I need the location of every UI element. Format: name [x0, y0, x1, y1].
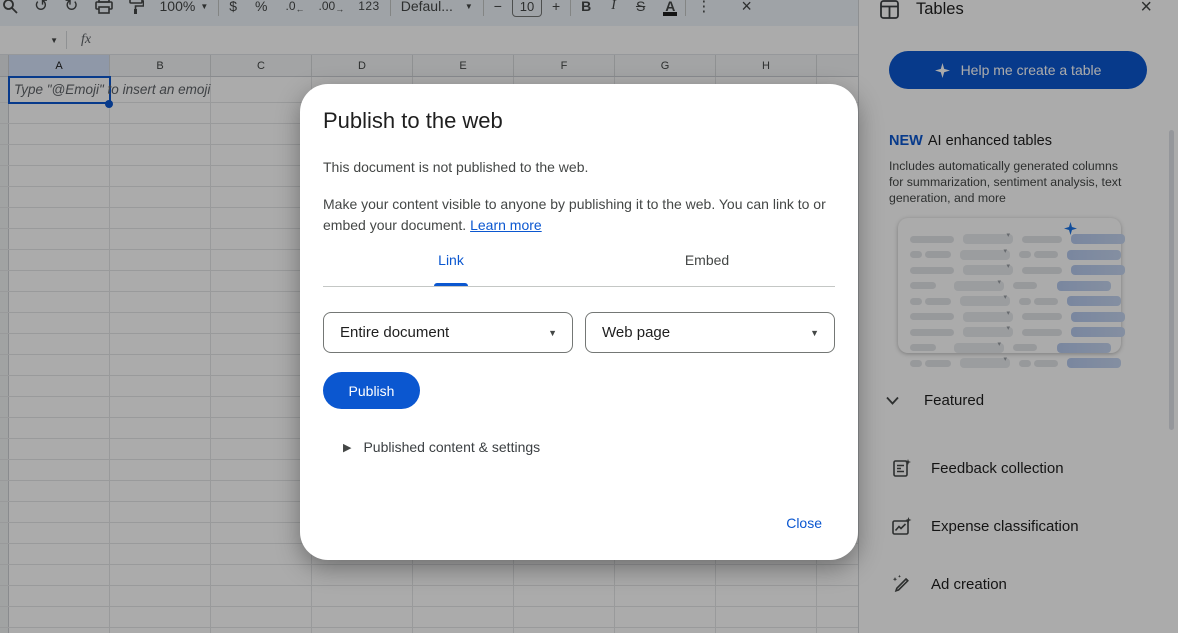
- active-tab-indicator: [434, 283, 468, 286]
- content-select[interactable]: Entire document ▼: [323, 312, 573, 353]
- disclosure-triangle-icon: ▶: [343, 441, 351, 454]
- published-content-settings-toggle[interactable]: ▶ Published content & settings: [343, 439, 835, 455]
- dialog-close-button[interactable]: Close: [786, 515, 822, 531]
- chevron-down-icon: ▼: [548, 328, 557, 338]
- dialog-body-text: Make your content visible to anyone by p…: [323, 194, 828, 235]
- dialog-tabs: Link Embed: [323, 248, 835, 287]
- publish-status-text: This document is not published to the we…: [323, 159, 835, 175]
- tab-embed[interactable]: Embed: [579, 248, 835, 286]
- dialog-title: Publish to the web: [323, 108, 835, 134]
- learn-more-link[interactable]: Learn more: [470, 217, 542, 233]
- chevron-down-icon: ▼: [810, 328, 819, 338]
- publish-to-web-dialog: Publish to the web This document is not …: [300, 84, 858, 560]
- google-sheets-app: ↺ ↻ 100%▼ $ % .0← .00→ 123 Defaul...▼ − …: [0, 0, 1178, 633]
- publish-options: Entire document ▼ Web page ▼: [323, 312, 835, 353]
- tab-link[interactable]: Link: [323, 248, 579, 286]
- format-select[interactable]: Web page ▼: [585, 312, 835, 353]
- publish-button[interactable]: Publish: [323, 372, 420, 409]
